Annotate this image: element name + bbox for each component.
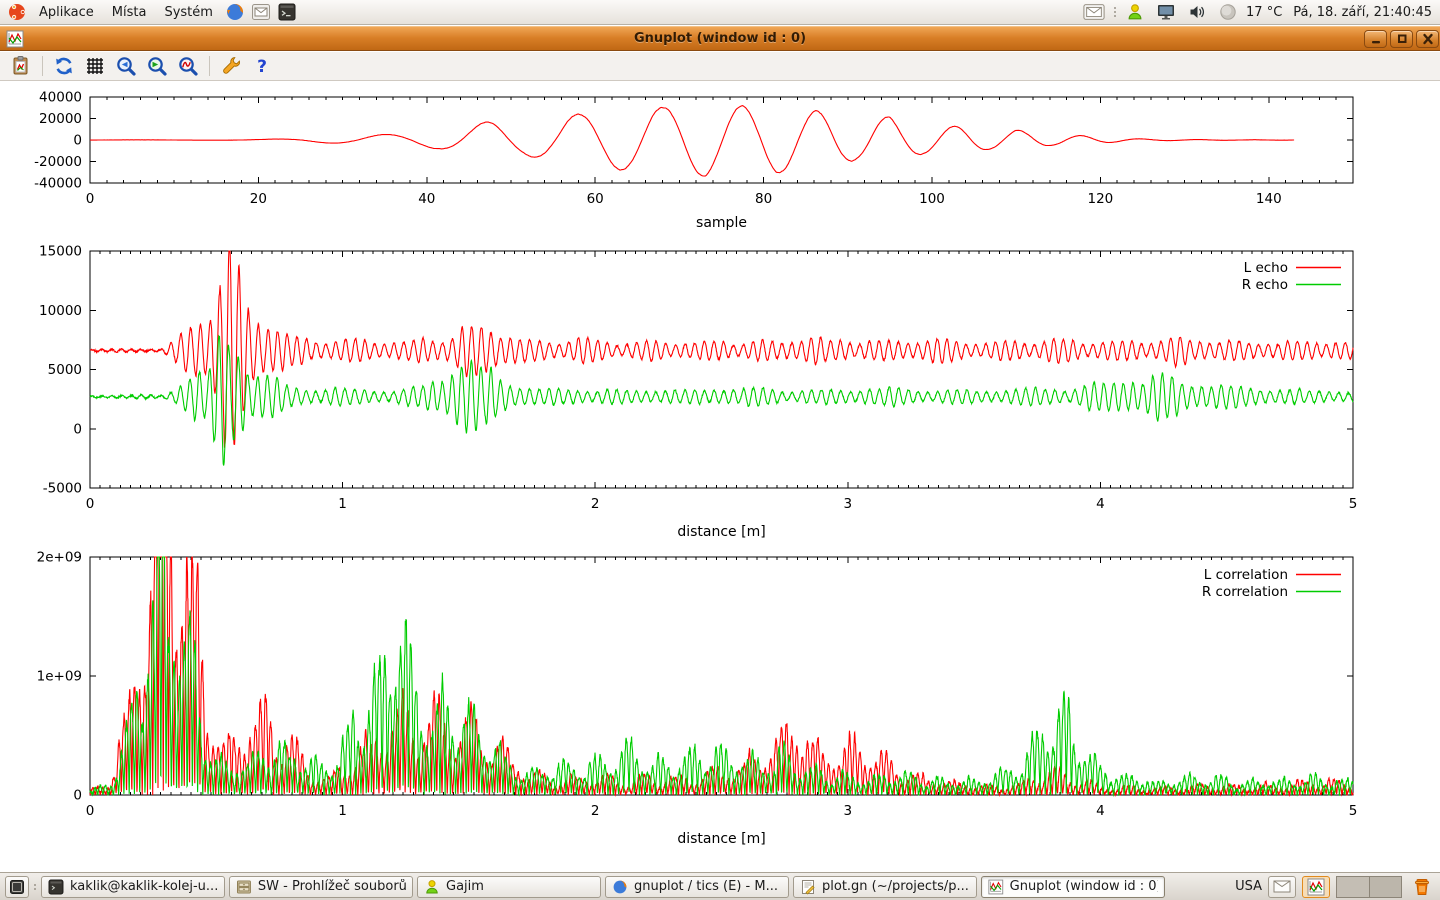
autoscale-button[interactable]: [175, 54, 201, 79]
menu-places[interactable]: Místa: [103, 0, 156, 25]
keyboard-layout-indicator[interactable]: USA: [1235, 879, 1262, 894]
taskbar-mail-icon[interactable]: [1268, 876, 1296, 898]
close-button[interactable]: [1416, 30, 1439, 48]
toolbar-separator: [42, 56, 43, 76]
workspace-switcher[interactable]: [1336, 876, 1402, 898]
replot-button[interactable]: [51, 54, 77, 79]
desktop: Aplikace Místa Systém: [0, 0, 1440, 900]
taskbar-window-label: gnuplot / tics (E) - M...: [634, 879, 778, 894]
workspace-2[interactable]: [1370, 877, 1402, 897]
gnuplot-window-titlebar[interactable]: Gnuplot (window id : 0): [0, 26, 1440, 51]
trash-icon[interactable]: [1410, 875, 1434, 899]
show-desktop-button[interactable]: [5, 876, 29, 898]
toolbar-separator: [209, 56, 210, 76]
mail-notification-icon[interactable]: [1083, 1, 1105, 23]
menu-system[interactable]: Systém: [155, 0, 221, 25]
ubuntu-logo-icon[interactable]: [6, 1, 28, 23]
taskbar-window-label: kaklik@kaklik-kolej-u...: [70, 879, 218, 894]
taskbar-window-file-manager[interactable]: SW - Prohlížeč souborů: [229, 876, 413, 898]
taskbar-window-gnuplot[interactable]: Gnuplot (window id : 0): [981, 876, 1165, 898]
gnuplot-plot-area: [0, 82, 1440, 872]
tasklist-handle[interactable]: [32, 879, 37, 895]
taskbar-window-label: Gajim: [446, 879, 484, 894]
clock[interactable]: Pá, 18. září, 21:40:45: [1293, 5, 1432, 20]
taskbar-window-label: Gnuplot (window id : 0): [1010, 879, 1158, 894]
workspace-1[interactable]: [1337, 877, 1370, 897]
volume-icon[interactable]: [1186, 1, 1208, 23]
firefox-launcher-icon[interactable]: [224, 1, 246, 23]
minimize-button[interactable]: [1364, 30, 1387, 48]
maximize-button[interactable]: [1390, 30, 1413, 48]
taskbar-window-terminal[interactable]: kaklik@kaklik-kolej-u...: [41, 876, 225, 898]
taskbar-window-label: plot.gn (~/projects/p...: [822, 879, 969, 894]
zoom-previous-button[interactable]: [113, 54, 139, 79]
taskbar-window-gajim[interactable]: Gajim: [417, 876, 601, 898]
taskbar-window-text-editor[interactable]: plot.gn (~/projects/p...: [793, 876, 977, 898]
taskbar-gnuplot-icon[interactable]: [1302, 876, 1330, 898]
window-title: Gnuplot (window id : 0): [0, 27, 1440, 50]
gnuplot-toolbar: ?: [0, 52, 1440, 81]
menu-applications[interactable]: Aplikace: [30, 0, 103, 25]
tray-handle[interactable]: [1112, 4, 1117, 20]
copy-to-clipboard-button[interactable]: [8, 54, 34, 79]
temperature-indicator[interactable]: 17 °C: [1246, 5, 1282, 20]
help-button[interactable]: ?: [249, 54, 275, 79]
bottom-taskbar: kaklik@kaklik-kolej-u... SW - Prohlížeč …: [0, 872, 1440, 900]
taskbar-window-firefox[interactable]: gnuplot / tics (E) - M...: [605, 876, 789, 898]
terminal-launcher-icon[interactable]: [276, 1, 298, 23]
display-icon[interactable]: [1155, 1, 1177, 23]
zoom-next-button[interactable]: [144, 54, 170, 79]
toggle-grid-button[interactable]: [82, 54, 108, 79]
gnome-top-panel: Aplikace Místa Systém: [0, 0, 1440, 25]
configure-plot-button[interactable]: [218, 54, 244, 79]
email-launcher-icon[interactable]: [250, 1, 272, 23]
taskbar-window-label: SW - Prohlížeč souborů: [258, 879, 406, 894]
weather-moon-icon[interactable]: [1217, 1, 1239, 23]
gajim-status-icon[interactable]: [1124, 1, 1146, 23]
svg-text:?: ?: [257, 57, 267, 77]
